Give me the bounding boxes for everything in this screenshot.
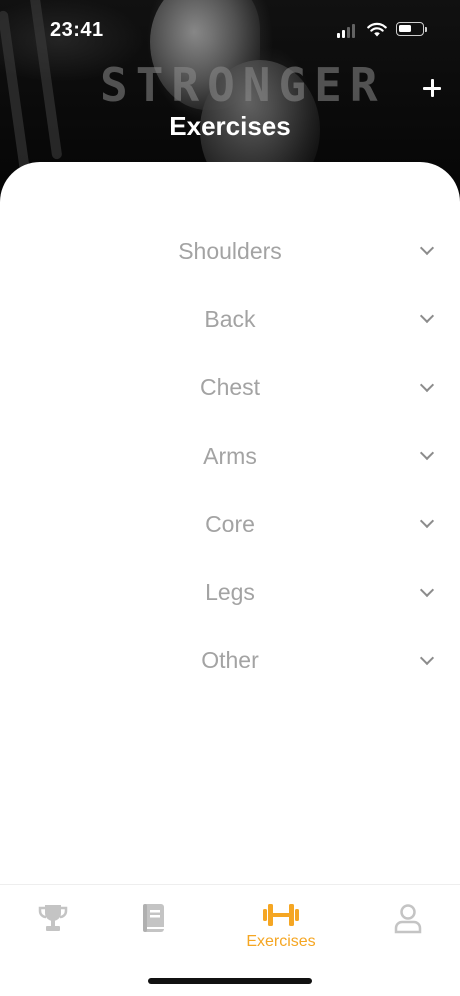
stronger-logo: STRONGER: [100, 58, 386, 112]
status-bar: 23:41: [0, 0, 460, 60]
chevron-down-icon[interactable]: [419, 445, 435, 461]
category-core[interactable]: Core: [0, 490, 460, 558]
chevron-down-icon[interactable]: [419, 514, 435, 529]
wifi-icon: [367, 22, 387, 37]
tab-workouts[interactable]: [113, 901, 193, 957]
tab-profile[interactable]: [368, 901, 448, 957]
book-icon: [143, 904, 164, 932]
cellular-signal-icon: [337, 24, 355, 38]
trophy-icon: [38, 905, 68, 931]
category-legs[interactable]: Legs: [0, 558, 460, 626]
tab-achievements[interactable]: [13, 901, 93, 957]
home-indicator: [148, 978, 312, 984]
chevron-down-icon[interactable]: [419, 377, 435, 392]
category-label: Arms: [203, 442, 257, 469]
category-label: Back: [204, 305, 256, 332]
tab-label-exercises: Exercises: [246, 933, 316, 950]
content-sheet: Shoulders Back Chest Arms Core Legs Othe…: [0, 162, 460, 996]
profile-icon: [394, 904, 422, 934]
page-title: Exercises: [169, 111, 291, 141]
chevron-down-icon[interactable]: [419, 241, 435, 256]
category-other[interactable]: Other: [0, 627, 460, 695]
category-back[interactable]: Back: [0, 285, 460, 353]
chevron-down-icon[interactable]: [419, 309, 435, 324]
chevron-down-icon[interactable]: [419, 650, 435, 665]
dumbbell-icon: [263, 904, 299, 926]
category-shoulders[interactable]: Shoulders: [0, 217, 460, 285]
category-list: Shoulders Back Chest Arms Core Legs Othe…: [0, 217, 460, 695]
status-time: 23:41: [50, 19, 104, 41]
battery-icon: [396, 22, 427, 36]
category-label: Chest: [199, 374, 261, 401]
add-exercise-button[interactable]: [418, 74, 446, 102]
chevron-down-icon[interactable]: [419, 582, 435, 597]
category-label: Shoulders: [178, 237, 282, 264]
category-label: Other: [201, 647, 259, 674]
tab-exercises[interactable]: Exercises: [241, 901, 321, 957]
category-label: Legs: [205, 579, 255, 606]
category-chest[interactable]: Chest: [0, 354, 460, 422]
category-arms[interactable]: Arms: [0, 422, 460, 490]
category-label: Core: [205, 510, 255, 537]
